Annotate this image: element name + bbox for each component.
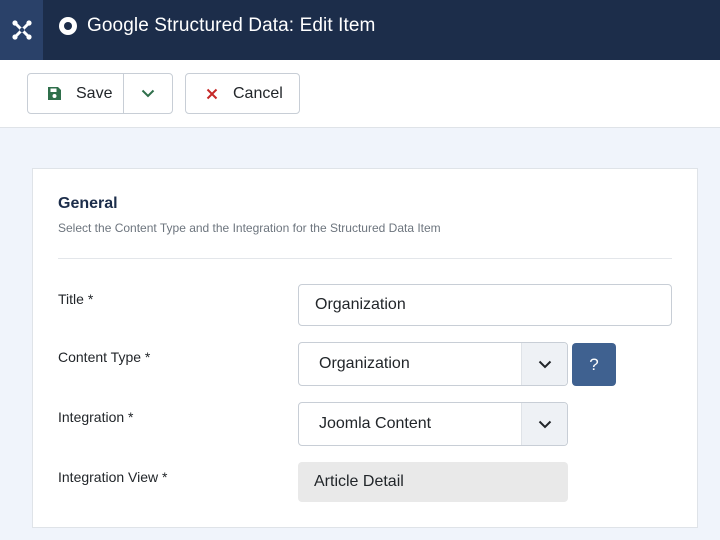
integration-label: Integration * xyxy=(58,409,134,425)
record-icon xyxy=(59,17,77,35)
content-type-label: Content Type * xyxy=(58,349,151,365)
joomla-logo-icon[interactable] xyxy=(0,0,43,60)
close-icon xyxy=(206,88,218,99)
integration-view-field: Article Detail xyxy=(298,462,568,502)
integration-view-label: Integration View * xyxy=(58,469,168,485)
title-area: Google Structured Data: Edit Item xyxy=(58,0,375,52)
integration-select[interactable]: Joomla Content xyxy=(298,402,568,446)
chevron-down-icon xyxy=(521,343,567,385)
fieldset-description: Select the Content Type and the Integrat… xyxy=(58,221,441,235)
page-title: Google Structured Data: Edit Item xyxy=(87,15,376,36)
chevron-down-icon xyxy=(521,403,567,445)
save-label: Save xyxy=(76,84,113,102)
save-dropdown-toggle[interactable] xyxy=(124,74,172,113)
general-fieldset: General Select the Content Type and the … xyxy=(32,168,698,528)
content-type-select[interactable]: Organization xyxy=(298,342,568,386)
title-input[interactable] xyxy=(298,284,672,326)
top-header: Google Structured Data: Edit Item xyxy=(0,0,720,60)
title-label: Title * xyxy=(58,291,94,307)
toolbar: Save Cancel xyxy=(0,60,720,128)
chevron-down-icon xyxy=(141,89,155,98)
save-button[interactable]: Save xyxy=(28,74,124,113)
cancel-label: Cancel xyxy=(233,84,283,102)
cancel-button[interactable]: Cancel xyxy=(185,73,300,114)
integration-value: Joomla Content xyxy=(319,415,432,432)
save-button-group: Save xyxy=(27,73,173,114)
content-type-help-button[interactable]: ? xyxy=(572,343,616,386)
floppy-disk-icon xyxy=(48,87,61,100)
fieldset-legend: General xyxy=(58,195,118,212)
divider xyxy=(58,258,672,259)
content-type-value: Organization xyxy=(319,355,410,372)
